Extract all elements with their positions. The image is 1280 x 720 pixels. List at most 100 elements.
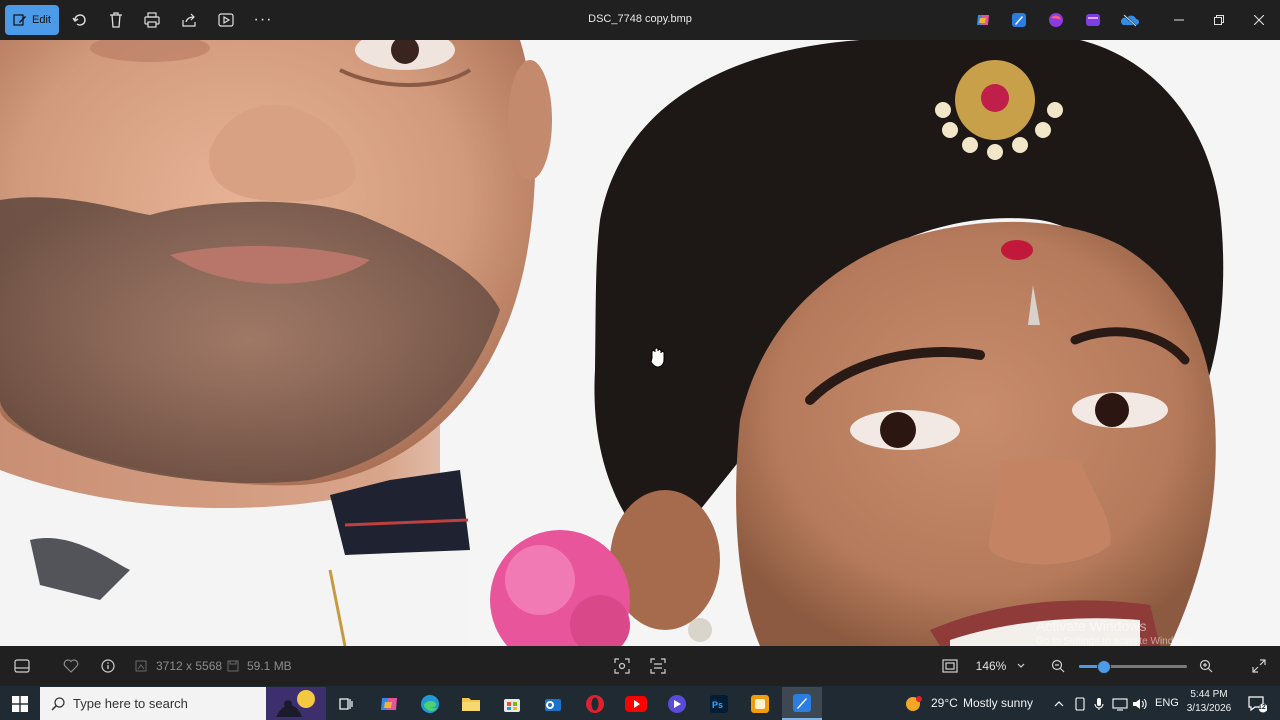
copilot-app-button[interactable]	[972, 5, 994, 35]
edit-label: Edit	[32, 14, 51, 26]
restore-icon	[1214, 15, 1224, 25]
notification-count: 12	[1258, 704, 1266, 711]
edge-browser-icon	[421, 694, 439, 713]
scan-text-icon	[650, 658, 666, 674]
folder-icon	[462, 697, 480, 711]
filmstrip-icon	[14, 659, 30, 673]
expand-icon	[1252, 659, 1266, 673]
opera-browser-icon	[586, 694, 604, 713]
restore-button[interactable]	[1199, 0, 1239, 40]
tray-device-button[interactable]	[1071, 687, 1089, 720]
weather-temperature[interactable]: 29°C	[931, 686, 958, 720]
zoom-out-button[interactable]	[1048, 646, 1068, 686]
zoom-in-icon	[1199, 659, 1213, 673]
chevron-up-icon	[1054, 700, 1064, 706]
taskbar-file-explorer[interactable]	[451, 687, 491, 720]
zoom-slider-thumb[interactable]	[1096, 660, 1111, 674]
input-language[interactable]: ENG	[1155, 686, 1179, 720]
close-icon	[1254, 15, 1264, 25]
orange-app-icon	[751, 694, 769, 713]
weather-widget-icon-wrap[interactable]	[900, 687, 930, 720]
taskbar-edge[interactable]	[410, 687, 450, 720]
slideshow-button[interactable]	[214, 5, 238, 35]
taskbar-clipchamp[interactable]	[657, 687, 697, 720]
zoom-dropdown[interactable]: 146%	[966, 646, 1036, 686]
notification-center-button[interactable]: 12	[1242, 687, 1272, 720]
volume-icon	[1133, 698, 1147, 709]
taskbar-copilot[interactable]	[369, 687, 409, 720]
filmstrip-button[interactable]	[12, 646, 32, 686]
search-highlight-icon	[266, 687, 326, 720]
visual-search-icon	[614, 658, 630, 674]
copilot-taskbar-icon	[381, 697, 397, 710]
clock-date: 3/13/2026	[1186, 703, 1232, 714]
network-icon	[1112, 697, 1128, 711]
chevron-down-icon	[1017, 663, 1025, 668]
clipchamp-icon	[1049, 13, 1063, 27]
search-placeholder: Type here to search	[73, 696, 188, 711]
rotate-button[interactable]	[68, 5, 92, 35]
delete-icon	[110, 12, 122, 28]
image-dimensions: 3712 x 5568	[156, 659, 223, 673]
taskbar-store[interactable]	[492, 687, 532, 720]
taskbar-photoshop[interactable]: Ps	[699, 687, 739, 720]
favorite-button[interactable]	[61, 646, 81, 686]
photo-image	[0, 40, 1280, 646]
zoom-slider[interactable]	[1079, 660, 1187, 674]
more-options-button[interactable]: ···	[250, 5, 276, 35]
fit-to-window-button[interactable]	[940, 646, 960, 686]
close-button[interactable]	[1239, 0, 1279, 40]
zoom-in-button[interactable]	[1196, 646, 1216, 686]
print-button[interactable]	[140, 5, 164, 35]
photo-canvas[interactable]	[0, 40, 1280, 646]
save-disk-icon	[227, 660, 239, 672]
taskbar-outlook[interactable]	[533, 687, 573, 720]
delete-button[interactable]	[104, 5, 128, 35]
search-icon	[51, 697, 65, 711]
weather-condition[interactable]: Mostly sunny	[963, 686, 1033, 720]
photos-editor-app-button[interactable]	[1008, 5, 1030, 35]
edit-icon	[13, 14, 27, 26]
taskbar-search-box[interactable]: Type here to search	[40, 687, 326, 720]
photos-app-icon	[793, 693, 811, 712]
task-view-button[interactable]	[326, 687, 366, 720]
share-button[interactable]	[177, 5, 201, 35]
print-icon	[144, 12, 160, 28]
tray-mic-button[interactable]	[1090, 687, 1108, 720]
designer-app-button[interactable]	[1082, 5, 1104, 35]
photoshop-icon: Ps	[710, 694, 728, 713]
mail-icon	[545, 698, 561, 711]
taskbar-photos-active[interactable]	[782, 687, 822, 720]
microphone-icon	[1094, 697, 1104, 710]
text-scan-button[interactable]	[648, 646, 668, 686]
taskbar-opera[interactable]	[575, 687, 615, 720]
fit-screen-icon	[942, 659, 958, 673]
file-info-button[interactable]	[98, 646, 118, 686]
visual-search-button[interactable]	[612, 646, 632, 686]
start-button[interactable]	[0, 687, 40, 720]
full-screen-button[interactable]	[1249, 646, 1269, 686]
windows-logo-icon	[12, 695, 28, 712]
taskbar-youtube[interactable]	[616, 687, 656, 720]
taskbar-clock[interactable]: 5:44 PM 3/13/2026	[1180, 688, 1238, 716]
share-icon	[182, 13, 196, 27]
show-hidden-icons-button[interactable]	[1050, 687, 1068, 720]
minimize-button[interactable]	[1159, 0, 1199, 40]
photos-editor-icon	[1012, 13, 1026, 27]
clipchamp-app-button[interactable]	[1045, 5, 1067, 35]
tray-volume-button[interactable]	[1130, 687, 1150, 720]
taskbar-app-orange[interactable]	[740, 687, 780, 720]
edit-button[interactable]: Edit	[5, 5, 59, 35]
tray-network-button[interactable]	[1110, 687, 1130, 720]
clock-time: 5:44 PM	[1190, 689, 1228, 700]
designer-icon	[1086, 14, 1100, 26]
onedrive-app-button[interactable]	[1118, 5, 1142, 35]
info-icon	[101, 659, 115, 673]
slideshow-icon	[218, 13, 234, 27]
store-icon	[504, 698, 520, 712]
file-size: 59.1 MB	[247, 659, 292, 673]
copilot-icon	[977, 15, 989, 25]
image-dimensions-icon	[135, 660, 147, 672]
device-icon	[1075, 696, 1085, 711]
watermark-title: Activate Windows	[1036, 618, 1147, 634]
